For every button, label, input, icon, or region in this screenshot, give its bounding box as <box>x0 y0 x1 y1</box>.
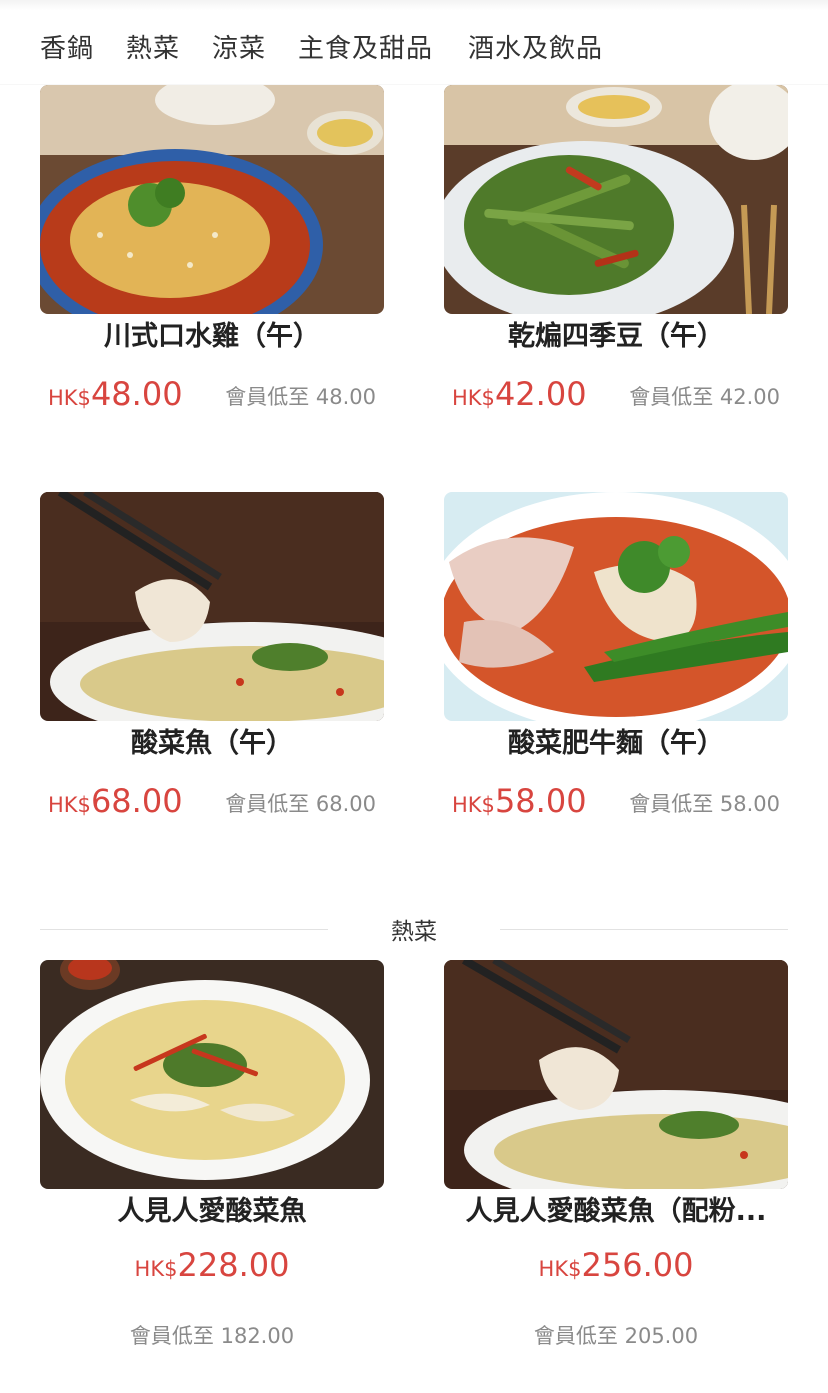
category-tab-bar: 香鍋 熱菜 涼菜 主食及甜品 酒水及飲品 <box>0 0 828 84</box>
tab-drinks[interactable]: 酒水及飲品 <box>468 28 603 65</box>
product-card[interactable]: 酸菜肥牛麵（午） HK$58.00 會員低至 58.00 <box>444 492 788 822</box>
product-name[interactable]: 乾煸四季豆（午） <box>444 317 788 357</box>
price-amount: 256.00 <box>581 1246 694 1284</box>
tab-cold-dishes[interactable]: 涼菜 <box>212 28 266 65</box>
price-amount: 42.00 <box>494 375 587 413</box>
currency: HK$ <box>48 386 91 410</box>
product-name[interactable]: 人見人愛酸菜魚（配粉... <box>444 1192 788 1232</box>
product-name[interactable]: 酸菜肥牛麵（午） <box>444 724 788 764</box>
price: HK$58.00 <box>452 782 587 820</box>
product-card[interactable]: 川式口水雞（午） HK$48.00 會員低至 48.00 <box>40 85 384 415</box>
product-image[interactable] <box>40 85 384 314</box>
member-price: 會員低至 42.00 <box>629 385 780 409</box>
product-name[interactable]: 人見人愛酸菜魚 <box>40 1192 384 1232</box>
currency: HK$ <box>538 1257 582 1281</box>
price: HK$48.00 <box>48 375 183 413</box>
tab-hot-pot[interactable]: 香鍋 <box>40 28 94 65</box>
section-header-hot-dishes: 熱菜 <box>40 908 788 948</box>
member-price: 會員低至 68.00 <box>225 792 376 816</box>
tab-hot-dishes[interactable]: 熱菜 <box>126 28 180 65</box>
product-card[interactable]: 人見人愛酸菜魚 HK$228.00 會員低至 182.00 <box>40 960 384 1360</box>
product-image[interactable] <box>444 960 788 1189</box>
member-price: 會員低至 58.00 <box>629 792 780 816</box>
product-image[interactable] <box>40 492 384 721</box>
price: HK$256.00 <box>444 1246 788 1284</box>
price: HK$68.00 <box>48 782 183 820</box>
product-name[interactable]: 酸菜魚（午） <box>40 724 384 764</box>
price-row: HK$42.00 會員低至 42.00 <box>452 369 788 413</box>
currency: HK$ <box>48 793 91 817</box>
member-price: 會員低至 182.00 <box>129 1324 295 1348</box>
tab-staples-desserts[interactable]: 主食及甜品 <box>298 28 433 65</box>
product-card[interactable]: 乾煸四季豆（午） HK$42.00 會員低至 42.00 <box>444 85 788 415</box>
price-amount: 58.00 <box>494 782 587 820</box>
product-image[interactable] <box>444 85 788 314</box>
price-row: HK$58.00 會員低至 58.00 <box>452 776 788 820</box>
currency: HK$ <box>452 793 495 817</box>
price-row: HK$68.00 會員低至 68.00 <box>48 776 384 820</box>
price-amount: 228.00 <box>177 1246 290 1284</box>
product-image[interactable] <box>444 492 788 721</box>
currency: HK$ <box>452 386 495 410</box>
product-image[interactable] <box>40 960 384 1189</box>
price-amount: 68.00 <box>90 782 183 820</box>
price: HK$42.00 <box>452 375 587 413</box>
status-shadow <box>0 0 828 10</box>
price-amount: 48.00 <box>90 375 183 413</box>
product-card[interactable]: 人見人愛酸菜魚（配粉... HK$256.00 會員低至 205.00 <box>444 960 788 1360</box>
price: HK$228.00 <box>40 1246 384 1284</box>
price-row: HK$48.00 會員低至 48.00 <box>48 369 384 413</box>
member-price: 會員低至 48.00 <box>225 385 376 409</box>
product-card[interactable]: 酸菜魚（午） HK$68.00 會員低至 68.00 <box>40 492 384 822</box>
member-price: 會員低至 205.00 <box>533 1324 699 1348</box>
product-name[interactable]: 川式口水雞（午） <box>40 317 384 357</box>
currency: HK$ <box>134 1257 178 1281</box>
divider-line-right <box>500 929 788 930</box>
